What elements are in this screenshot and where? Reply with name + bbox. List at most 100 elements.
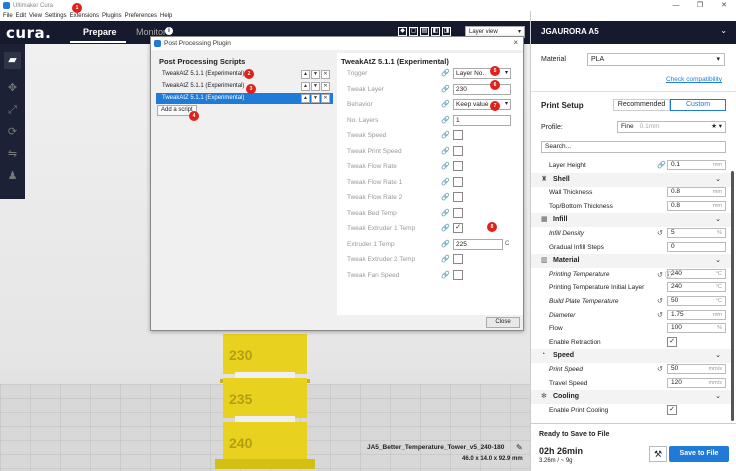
menu-help[interactable]: Help (160, 13, 172, 19)
setting-input[interactable]: 50 mm/s (667, 364, 726, 374)
setting-input[interactable]: 0.8 mm (667, 187, 726, 198)
category-infill[interactable]: ▦ Infill ⌄ (531, 213, 731, 228)
temperature-tower-model[interactable]: 230 235 240 (215, 334, 315, 469)
per-model-icon: ♟ (7, 170, 18, 182)
reset-icon[interactable]: ↺ (657, 311, 663, 319)
cura-app-icon (154, 40, 161, 47)
setting-checkbox[interactable]: ✓ (667, 336, 677, 347)
close-window-icon[interactable]: ✕ (712, 0, 736, 11)
settings-scrollbar[interactable] (731, 171, 734, 421)
script-item-selected[interactable]: TweakAtZ 5.1.1 (Experimental) ▲ ▼ ✕ (156, 93, 333, 104)
per-model-settings-tool[interactable]: ♟ (4, 168, 21, 185)
script-setting-checkbox[interactable]: ✓ (453, 223, 463, 233)
printer-selector[interactable]: JGAURORA A5 ⌄ (531, 21, 736, 44)
tab-prepare[interactable]: Prepare (83, 27, 117, 37)
setting-input[interactable]: 100% (667, 323, 726, 334)
folder-icon: ▰ (8, 54, 17, 66)
save-to-file-button[interactable]: Save to File (669, 446, 729, 462)
script-setting-checkbox[interactable] (453, 254, 463, 264)
move-down-icon[interactable]: ▼ (311, 70, 320, 79)
setting-label: Printing Temperature (549, 270, 610, 278)
reset-icon[interactable]: ↺ (657, 297, 663, 305)
setting-checkbox[interactable]: ✓ (667, 404, 677, 415)
category-label: Speed (553, 352, 575, 360)
minimize-icon[interactable]: — (664, 0, 688, 11)
script-setting-checkbox[interactable] (453, 269, 463, 280)
script-name: TweakAtZ 5.1.1 (Experimental) (162, 71, 245, 77)
menu-file[interactable]: File (3, 13, 13, 19)
maximize-icon[interactable]: ❐ (688, 0, 712, 11)
category-speed[interactable]: ◔ Speed ⌄ (531, 349, 731, 364)
menu-preferences[interactable]: Preferences (125, 13, 157, 19)
script-setting-select[interactable]: Keep value ▾ (453, 99, 511, 110)
material-select[interactable]: PLA ▾ (587, 53, 725, 66)
scale-tool[interactable]: ⤢ (4, 102, 21, 119)
model-name: JA5_Better_Temperature_Tower_v5_240-180 (367, 444, 505, 451)
category-shell[interactable]: ♜ Shell ⌄ (531, 172, 731, 187)
reset-icon[interactable]: ↺ (657, 365, 663, 373)
view-right-icon[interactable]: ◨ (442, 27, 451, 36)
remove-icon[interactable]: ✕ (321, 94, 330, 103)
pencil-icon[interactable]: ✎ (516, 443, 523, 452)
print-settings-panel: JGAURORA A5 ⌄ Material PLA ▾ Check compa… (530, 11, 736, 471)
category-cooling[interactable]: ✻ Cooling ⌄ (531, 390, 731, 405)
check-compatibility-link[interactable]: Check compatibility (666, 76, 722, 83)
move-up-icon[interactable]: ▲ (301, 70, 310, 79)
mirror-tool[interactable]: ⇋ (4, 146, 21, 163)
script-setting-input[interactable]: 1 (453, 114, 511, 126)
script-setting-row: Tweak Print Speed 🔗 (347, 145, 517, 158)
setting-value: 100 (671, 324, 682, 332)
menu-extensions[interactable]: Extensions (70, 13, 99, 19)
setting-input[interactable]: 0 (667, 241, 726, 252)
script-setting-checkbox[interactable] (453, 192, 463, 202)
setting-input[interactable]: 0.8 mm (667, 200, 726, 211)
recommended-mode-button[interactable]: Recommended (613, 99, 670, 111)
script-setting-input[interactable]: 225 (453, 238, 503, 250)
setting-input[interactable]: 120 mm/s (667, 377, 726, 388)
view-top-icon[interactable]: ▤ (420, 27, 429, 36)
move-up-icon[interactable]: ▲ (301, 94, 310, 103)
menu-plugins[interactable]: Plugins (102, 13, 122, 19)
category-material[interactable]: ▥ Material ⌄ (531, 254, 731, 269)
view-3d-icon[interactable]: ◆ (398, 27, 407, 36)
script-setting-select[interactable]: Layer No. ▾ (453, 68, 511, 79)
menu-edit[interactable]: Edit (16, 13, 26, 19)
move-down-icon[interactable]: ▼ (311, 94, 320, 103)
setting-input[interactable]: 1.75 mm (667, 309, 726, 320)
custom-mode-button[interactable]: Custom (670, 99, 726, 111)
script-setting-checkbox[interactable] (453, 207, 463, 218)
settings-search-input[interactable]: Search... (541, 141, 726, 153)
script-setting-checkbox[interactable] (453, 176, 463, 187)
move-tool[interactable]: ✥ (4, 80, 21, 97)
script-setting-input[interactable]: 230 (453, 83, 511, 95)
close-icon[interactable]: × (513, 38, 518, 47)
move-up-icon[interactable]: ▲ (301, 82, 310, 91)
move-down-icon[interactable]: ▼ (311, 82, 320, 91)
setting-input[interactable]: 5% (667, 228, 726, 238)
view-front-icon[interactable]: ▢ (409, 27, 418, 36)
setting-input[interactable]: 240 °C (667, 268, 726, 279)
script-setting-checkbox[interactable] (453, 161, 463, 171)
open-file-button[interactable]: ▰ (4, 52, 21, 69)
link-icon: 🔗 (441, 147, 450, 155)
script-setting-row: No. Layers 🔗 1 (347, 114, 517, 127)
setting-value: 1.75 (671, 310, 684, 318)
setting-input[interactable]: 0.1 mm (667, 160, 726, 170)
script-item[interactable]: TweakAtZ 5.1.1 (Experimental) ▲ ▼ ✕ (156, 81, 333, 92)
menu-settings[interactable]: Settings (45, 13, 67, 19)
menu-view[interactable]: View (29, 13, 42, 19)
script-setting-checkbox[interactable] (453, 130, 463, 140)
remove-icon[interactable]: ✕ (321, 82, 330, 91)
profile-select[interactable]: Fine 0.1mm ★ ▾ (617, 121, 726, 133)
rotate-tool[interactable]: ⟳ (4, 124, 21, 141)
reset-icon[interactable]: ↺ (657, 229, 663, 237)
script-setting-checkbox[interactable] (453, 145, 463, 156)
remove-icon[interactable]: ✕ (321, 70, 330, 79)
setting-input[interactable]: 50 °C (667, 296, 726, 306)
setting-input[interactable]: 240 °C (667, 282, 726, 293)
print-setup-title: Print Setup (541, 101, 584, 110)
tools-button[interactable]: ⚒ (649, 446, 667, 462)
setting-label: Layer Height (549, 162, 586, 169)
close-button[interactable]: Close (486, 317, 520, 328)
view-left-icon[interactable]: ◧ (431, 27, 440, 36)
